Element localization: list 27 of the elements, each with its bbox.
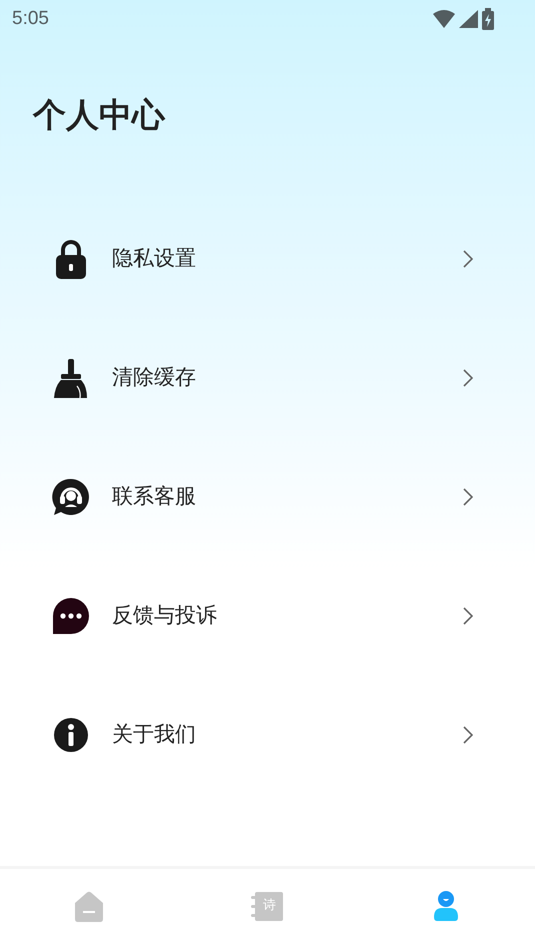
menu-item[interactable]: 联系客服	[0, 438, 535, 556]
broom-icon	[53, 358, 89, 398]
chevron-right-icon	[463, 726, 473, 744]
lock-icon	[53, 239, 89, 279]
chat-bubble-icon	[52, 597, 90, 635]
menu-label: 清除缓存	[112, 364, 197, 392]
info-icon	[53, 717, 89, 753]
chevron-right-icon	[463, 250, 473, 268]
user-icon	[432, 891, 459, 921]
chevron-right-icon	[463, 607, 473, 625]
menu-item[interactable]: 隐私设置	[0, 200, 535, 318]
wifi-icon	[433, 9, 455, 29]
menu-item[interactable]: 清除缓存	[0, 318, 535, 438]
battery-icon	[481, 8, 495, 30]
chevron-right-icon	[463, 488, 473, 506]
page-title: 个人中心	[33, 94, 166, 136]
status-time: 5:05	[12, 6, 49, 31]
menu-label: 关于我们	[112, 721, 197, 748]
home-icon	[74, 890, 104, 922]
menu-label: 联系客服	[112, 483, 197, 510]
headset-icon	[52, 478, 90, 516]
chevron-right-icon	[463, 369, 473, 387]
menu-label: 隐私设置	[112, 245, 197, 272]
menu-item[interactable]: 反馈与投诉	[0, 556, 535, 676]
menu-item[interactable]: 关于我们	[0, 676, 535, 794]
signal-icon	[458, 9, 478, 29]
menu-label: 反馈与投诉	[112, 602, 218, 630]
